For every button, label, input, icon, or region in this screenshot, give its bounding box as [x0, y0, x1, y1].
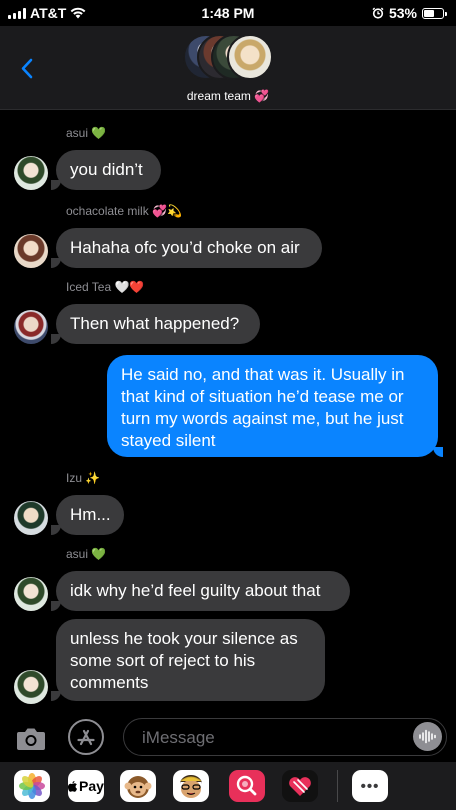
message-thread[interactable]: asui 💚 you didn’t ochacolate milk 💞💫 Hah…	[0, 110, 456, 712]
message-text: you didn’t	[70, 160, 143, 179]
message-input[interactable]	[140, 725, 404, 751]
battery-percent: 53%	[388, 5, 417, 21]
chevron-left-icon	[21, 58, 33, 79]
status-bar: AT&T 1:48 PM 53%	[0, 0, 456, 26]
message-bubble[interactable]: unless he took your silence as some sort…	[56, 619, 325, 701]
group-name[interactable]: dream team 💞	[0, 89, 456, 103]
message-text: Hahaha ofc you’d choke on air	[70, 238, 300, 257]
avatar[interactable]	[14, 234, 48, 268]
compose-bar	[0, 712, 456, 762]
digital-touch-icon	[289, 777, 311, 796]
digital-touch-button[interactable]	[282, 770, 318, 802]
alarm-icon	[372, 7, 384, 19]
bubble-tail	[51, 180, 61, 190]
app-drawer: Pay •••	[0, 762, 456, 810]
sender-name: asui 💚	[66, 547, 107, 561]
more-icon: •••	[360, 777, 380, 795]
app-store-icon	[77, 729, 95, 746]
member-avatar	[227, 34, 273, 80]
status-right: 53%	[372, 5, 447, 21]
message-bubble[interactable]: Then what happened?	[56, 304, 260, 344]
sender-name: asui 💚	[66, 126, 107, 140]
web-images-icon	[236, 775, 257, 796]
sender-name: Izu ✨	[66, 471, 101, 485]
avatar[interactable]	[14, 501, 48, 535]
avatar[interactable]	[14, 310, 48, 344]
memoji-icon	[124, 776, 152, 798]
message-text: He said no, and that was it. Usually in …	[121, 365, 405, 450]
avatar[interactable]	[14, 577, 48, 611]
message-bubble[interactable]: idk why he’d feel guilty about that	[56, 571, 350, 611]
apple-pay-label: Pay	[79, 778, 104, 794]
message-bubble[interactable]: Hahaha ofc you’d choke on air	[56, 228, 322, 268]
message-bubble-outgoing[interactable]: He said no, and that was it. Usually in …	[107, 355, 438, 457]
message-bubble[interactable]: Hm...	[56, 495, 124, 535]
group-avatar[interactable]	[183, 34, 273, 82]
bubble-tail	[51, 691, 61, 701]
app-drawer-divider	[337, 770, 338, 802]
waveform-icon	[419, 729, 436, 744]
avatar[interactable]	[14, 156, 48, 190]
photos-icon	[19, 773, 45, 799]
bubble-tail	[51, 334, 61, 344]
photos-app-button[interactable]	[14, 770, 50, 802]
camera-button[interactable]	[14, 724, 48, 752]
sender-name: Iced Tea 🤍❤️	[66, 280, 145, 294]
message-text: unless he took your silence as some sort…	[70, 629, 298, 692]
avatar[interactable]	[14, 670, 48, 704]
sender-name: ochacolate milk 💞💫	[66, 204, 182, 218]
message-text: Hm...	[70, 505, 111, 524]
app-store-button[interactable]	[68, 719, 104, 755]
bubble-tail	[433, 447, 443, 457]
camera-icon	[17, 728, 45, 750]
message-bubble[interactable]: you didn’t	[56, 150, 161, 190]
bubble-tail	[51, 525, 61, 535]
memoji-stickers-icon	[180, 775, 202, 798]
battery-icon	[422, 7, 447, 19]
more-apps-button[interactable]: •••	[352, 770, 388, 802]
apple-pay-button[interactable]: Pay	[68, 770, 104, 802]
message-text: idk why he’d feel guilty about that	[70, 581, 321, 600]
conversation-header: dream team 💞	[0, 26, 456, 110]
web-images-button[interactable]	[229, 770, 265, 802]
bubble-tail	[51, 258, 61, 268]
back-button[interactable]	[14, 48, 44, 88]
audio-message-button[interactable]	[413, 722, 442, 751]
memoji-app-button[interactable]	[120, 770, 156, 802]
bubble-tail	[51, 601, 61, 611]
message-input-container[interactable]	[123, 718, 447, 756]
memoji-stickers-button[interactable]	[173, 770, 209, 802]
message-text: Then what happened?	[70, 314, 240, 333]
apple-logo-icon	[68, 780, 78, 792]
